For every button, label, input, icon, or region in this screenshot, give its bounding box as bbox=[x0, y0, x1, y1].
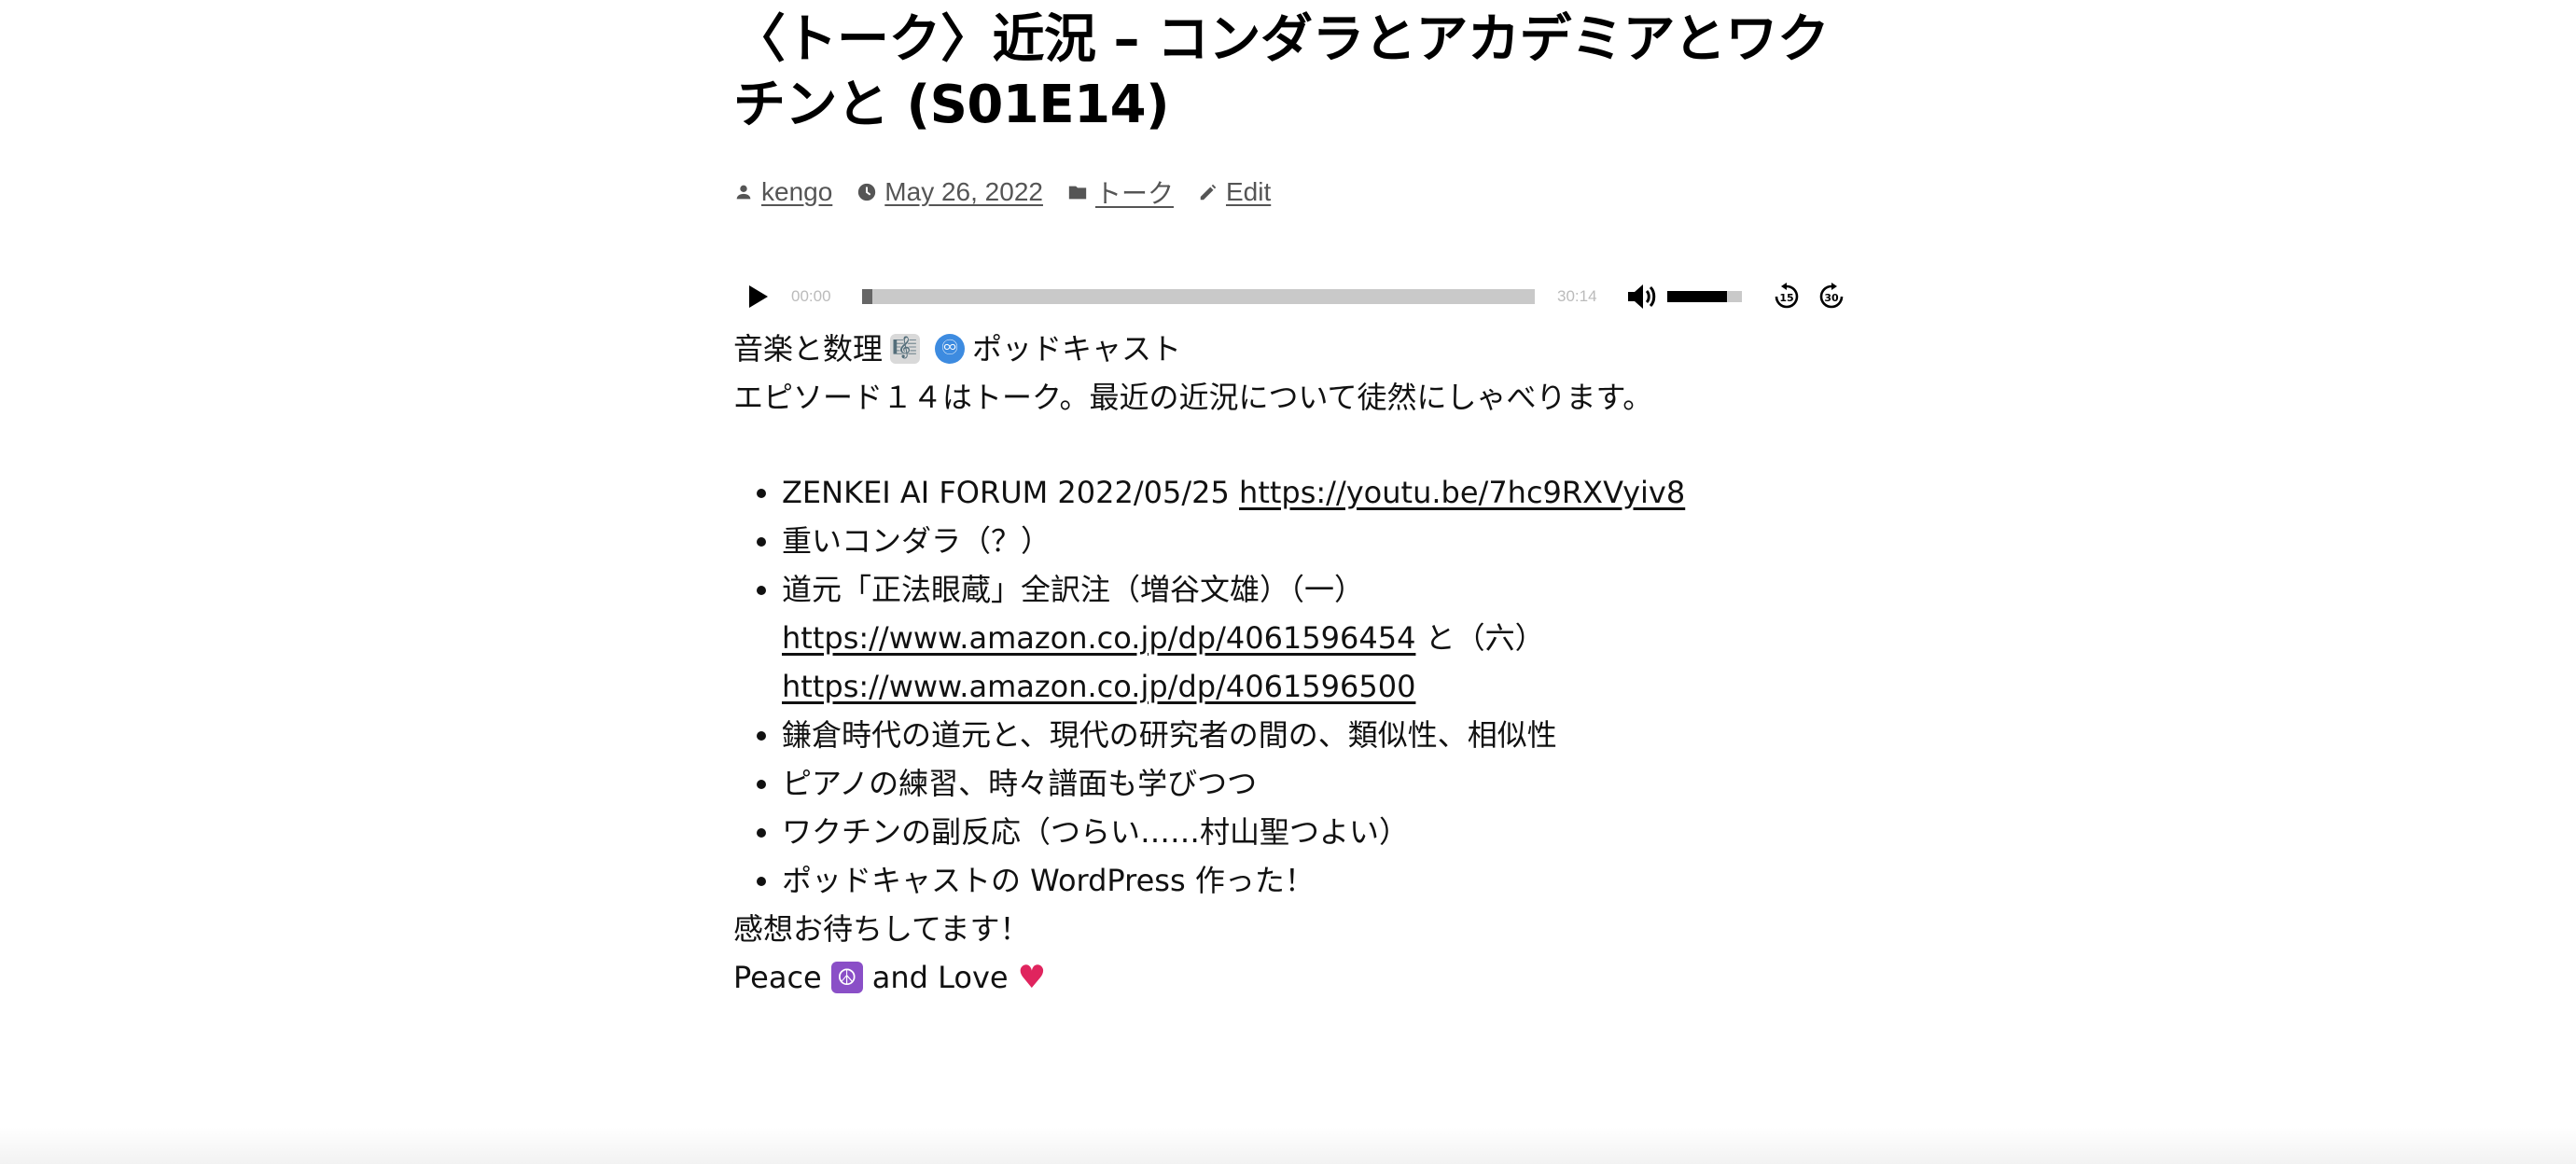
clock-icon bbox=[858, 183, 876, 201]
post-title: 〈トーク〉近況 – コンダラとアカデミアとワクチンと (S01E14) bbox=[733, 9, 1830, 135]
list-item: 鎌倉時代の道元と、現代の研究者の間の、類似性、相似性 bbox=[782, 711, 1853, 759]
episode-description: エピソード１４はトーク。最近の近況について徒然にしゃべります。 bbox=[733, 380, 1653, 415]
list-item: 道元「正法眼蔵」全訳注（増谷文雄）（一） https://www.amazon.… bbox=[782, 565, 1853, 711]
audio-player: 00:00 30:14 15 30 bbox=[733, 269, 1848, 325]
rewind-15-icon: 15 bbox=[1775, 283, 1799, 309]
thanks-line: 感想お待ちしてます！ bbox=[733, 911, 1030, 947]
meta-edit: Edit bbox=[1198, 177, 1271, 207]
folder-icon bbox=[1068, 186, 1087, 200]
progress-bar[interactable] bbox=[862, 289, 1535, 304]
volume-fill bbox=[1667, 291, 1727, 302]
post-body: 音楽と数理 🎼 ♾ ポッドキャスト エピソード１４はトーク。最近の近況について徒… bbox=[733, 325, 1853, 1002]
date-link[interactable]: May 26, 2022 bbox=[884, 177, 1043, 207]
list-item: ピアノの練習、時々譜面も学びつつ bbox=[782, 759, 1853, 808]
total-time: 30:14 bbox=[1557, 287, 1597, 305]
post-content: 〈トーク〉近況 – コンダラとアカデミアとワクチンと (S01E14) keng… bbox=[733, 0, 1853, 1002]
page: 〈トーク〉近況 – コンダラとアカデミアとワクチンと (S01E14) keng… bbox=[0, 0, 2576, 1164]
intro-text: 音楽と数理 bbox=[733, 331, 884, 367]
list-item: ポッドキャストの WordPress 作った！ bbox=[782, 856, 1853, 905]
list-item: ZENKEI AI FORUM 2022/05/25 https://youtu… bbox=[782, 468, 1853, 517]
play-button[interactable] bbox=[745, 278, 773, 315]
peace-line: Peace ☮ and Love ♥ bbox=[733, 953, 1853, 1002]
infinity-icon: ♾ bbox=[935, 334, 966, 364]
post-meta: kengo May 26, 2022 トーク Edit bbox=[733, 173, 1853, 211]
topic-text: 重いコンダラ（？） bbox=[782, 523, 1051, 559]
mute-button[interactable] bbox=[1624, 278, 1658, 315]
amazon-link-1[interactable]: https://www.amazon.co.jp/dp/4061596454 bbox=[782, 620, 1415, 656]
and-love-text: and Love bbox=[871, 960, 1009, 995]
peace-text: Peace bbox=[733, 960, 822, 995]
topic-text: 鎌倉時代の道元と、現代の研究者の間の、類似性、相似性 bbox=[782, 717, 1557, 753]
category-link[interactable]: トーク bbox=[1095, 173, 1174, 211]
volume-icon bbox=[1628, 284, 1656, 309]
intro-line: 音楽と数理 🎼 ♾ ポッドキャスト bbox=[733, 325, 1853, 373]
person-icon bbox=[736, 185, 751, 200]
volume-slider[interactable] bbox=[1667, 291, 1742, 302]
author-link[interactable]: kengo bbox=[761, 177, 832, 207]
bottom-shade bbox=[0, 1127, 2576, 1164]
rewind-button[interactable]: 15 bbox=[1770, 278, 1803, 315]
topic-text-2: と（六） bbox=[1415, 620, 1545, 656]
edit-link[interactable]: Edit bbox=[1226, 177, 1271, 207]
meta-category: トーク bbox=[1067, 173, 1174, 211]
heart-icon: ♥ bbox=[1017, 959, 1047, 996]
list-item: ワクチンの副反応（つらい……村山聖つよい） bbox=[782, 808, 1853, 856]
pencil-icon bbox=[1200, 184, 1217, 201]
topic-text: ポッドキャストの WordPress 作った！ bbox=[782, 863, 1315, 898]
svg-text:15: 15 bbox=[1779, 292, 1793, 304]
musical-score-icon: 🎼 bbox=[890, 334, 921, 364]
progress-fill bbox=[862, 289, 872, 304]
topic-text: ピアノの練習、時々譜面も学びつつ bbox=[782, 766, 1258, 801]
current-time: 00:00 bbox=[791, 287, 831, 305]
topic-text: ワクチンの副反応（つらい……村山聖つよい） bbox=[782, 814, 1410, 850]
meta-date: May 26, 2022 bbox=[856, 177, 1043, 207]
play-icon bbox=[749, 285, 768, 308]
amazon-link-6[interactable]: https://www.amazon.co.jp/dp/4061596500 bbox=[782, 669, 1415, 704]
youtube-link[interactable]: https://youtu.be/7hc9RXVyiv8 bbox=[1239, 475, 1685, 510]
list-item: 重いコンダラ（？） bbox=[782, 517, 1853, 565]
topic-text: 道元「正法眼蔵」全訳注（増谷文雄）（一） bbox=[782, 572, 1365, 607]
topic-text: ZENKEI AI FORUM 2022/05/25 bbox=[782, 475, 1240, 510]
forward-30-icon: 30 bbox=[1819, 283, 1844, 309]
meta-author: kengo bbox=[733, 177, 832, 207]
intro-text-podcast: ポッドキャスト bbox=[972, 331, 1182, 367]
topic-list: ZENKEI AI FORUM 2022/05/25 https://youtu… bbox=[733, 468, 1853, 905]
svg-text:30: 30 bbox=[1824, 292, 1839, 304]
peace-symbol-icon: ☮ bbox=[830, 962, 863, 993]
forward-button[interactable]: 30 bbox=[1815, 278, 1848, 315]
